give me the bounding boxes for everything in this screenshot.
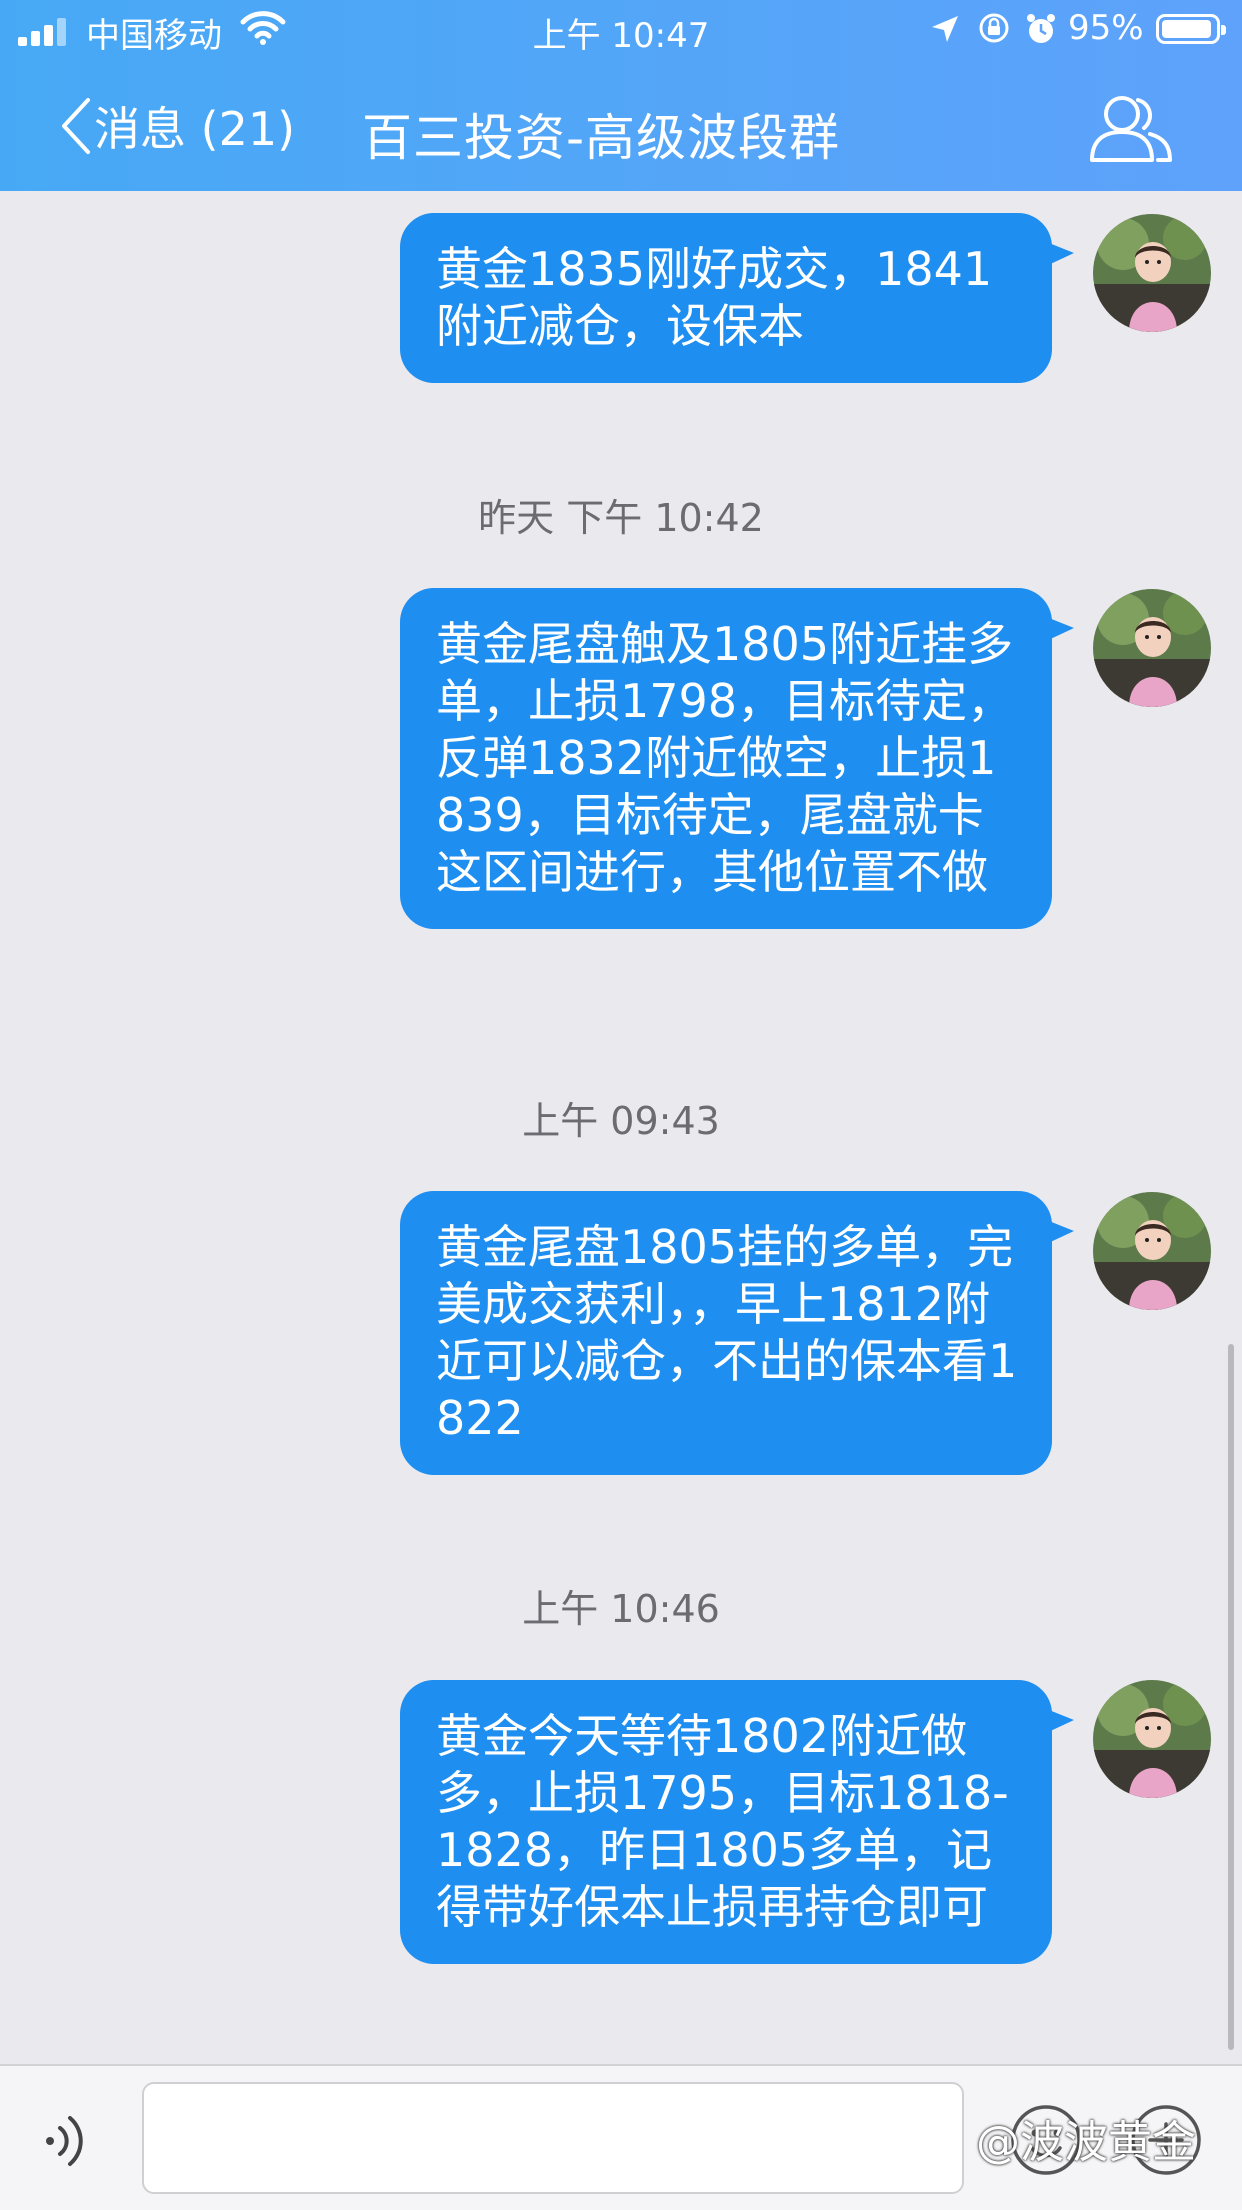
avatar[interactable] — [1093, 1680, 1211, 1798]
location-icon — [932, 16, 958, 42]
chevron-left-icon — [62, 98, 90, 154]
battery-icon — [1156, 14, 1226, 44]
avatar[interactable] — [1093, 589, 1211, 707]
avatar-image — [1093, 1680, 1211, 1798]
back-button[interactable]: 消息 (21) — [58, 96, 295, 156]
battery-percentage: 95% — [1068, 8, 1144, 48]
status-bar: 中国移动 上午 10:47 95% — [0, 0, 1242, 60]
timestamp: 昨天 下午 10:42 — [478, 496, 764, 540]
alarm-icon — [1027, 14, 1055, 43]
voice-icon[interactable] — [38, 2110, 100, 2172]
message-bubble[interactable]: 黄金尾盘触及1805附近挂多单，止损1798，目标待定，反弹1832附近做空，止… — [400, 588, 1074, 929]
avatar-image — [1093, 1192, 1211, 1310]
scrollbar[interactable] — [1228, 1344, 1234, 2050]
rotation-lock-icon — [979, 13, 1009, 43]
avatar-image — [1093, 589, 1211, 707]
page-title: 百三投资-高级波段群 — [362, 109, 841, 167]
watermark: @波波黄金 — [976, 2117, 1196, 2168]
navigation-bar: 消息 (21) 百三投资-高级波段群 — [0, 60, 1242, 191]
message-bubble[interactable]: 黄金1835刚好成交，1841附近减仓，设保本 — [400, 213, 1074, 383]
input-bar: @波波黄金 — [0, 2064, 1242, 2210]
back-label: 消息 (21) — [94, 102, 296, 156]
message-bubble[interactable]: 黄金今天等待1802附近做多，止损1795，目标1818-1828，昨日1805… — [400, 1680, 1074, 1964]
message-bubble[interactable]: 黄金尾盘1805挂的多单，完美成交获利，，早上1812附近可以减仓，不出的保本看… — [400, 1191, 1074, 1475]
group-members-icon[interactable] — [1086, 88, 1176, 168]
avatar-image — [1093, 214, 1211, 332]
timestamp: 上午 09:43 — [522, 1099, 720, 1143]
avatar[interactable] — [1093, 214, 1211, 332]
message-input[interactable] — [142, 2082, 964, 2194]
header: 中国移动 上午 10:47 95% 消息 (21) 百三投资-高级波段群 — [0, 0, 1242, 191]
timestamp: 上午 10:46 — [522, 1587, 720, 1631]
avatar[interactable] — [1093, 1192, 1211, 1310]
